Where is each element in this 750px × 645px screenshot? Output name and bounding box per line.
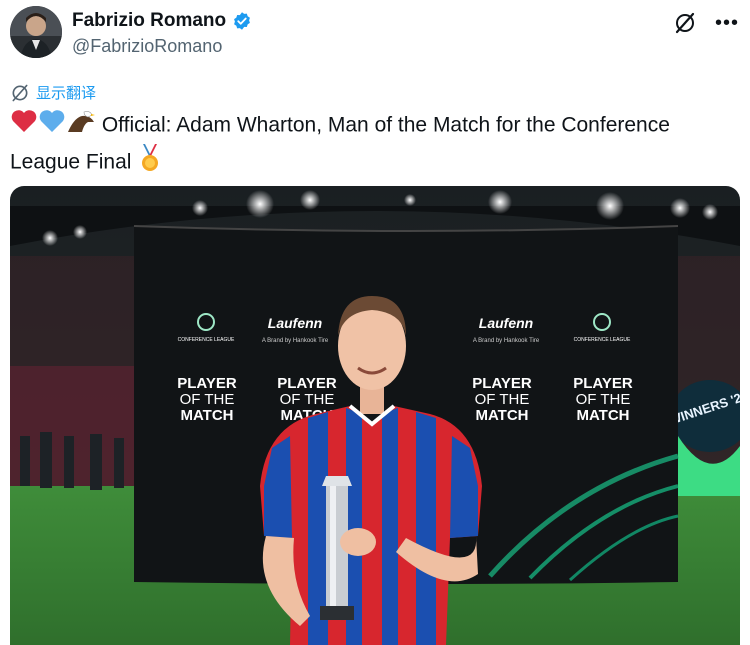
translate-label[interactable]: 显示翻译 [36,82,96,103]
grok-icon[interactable] [672,10,698,36]
header-actions: ••• [672,10,740,36]
svg-text:MATCH: MATCH [475,407,528,424]
svg-text:CONFERENCE LEAGUE: CONFERENCE LEAGUE [178,337,235,343]
translate-link[interactable]: 显示翻译 [10,82,96,103]
svg-text:OF THE: OF THE [475,391,530,408]
svg-text:OF THE: OF THE [180,391,235,408]
author-handle[interactable]: @FabrizioRomano [72,36,222,57]
svg-text:OF THE: OF THE [576,391,631,408]
translate-icon [12,84,28,101]
avatar[interactable] [10,6,62,58]
eagle-icon [66,108,96,144]
svg-text:CONFERENCE LEAGUE: CONFERENCE LEAGUE [574,337,631,343]
svg-text:OF THE: OF THE [280,391,335,408]
svg-text:MATCH: MATCH [576,407,629,424]
photo-player-of-the-match: WINNERS '26 CONFERENCE LEAGUE Laufenn A … [10,186,740,645]
svg-text:PLAYER: PLAYER [573,375,633,392]
svg-text:PLAYER: PLAYER [472,375,532,392]
sponsor-sub-1: A Brand by Hankook Tire [262,338,329,344]
svg-text:PLAYER: PLAYER [177,375,237,392]
tweet-text-line1: Official: Adam Wharton, Man of the Match… [101,113,670,137]
red-heart-icon [10,108,38,144]
sponsor-sub-2: A Brand by Hankook Tire [473,338,540,344]
svg-text:PLAYER: PLAYER [277,375,337,392]
tweet-text: Official: Adam Wharton, Man of the Match… [10,108,738,182]
sponsor-logo-1: Laufenn [268,315,322,331]
tweet-text-line2: League Final [10,150,132,174]
blue-heart-icon [38,108,66,144]
tweet-media-image[interactable]: WINNERS '26 CONFERENCE LEAGUE Laufenn A … [10,186,740,645]
medal-icon [137,144,163,182]
author-name-text[interactable]: Fabrizio Romano [72,10,226,32]
tweet-header: Fabrizio Romano @FabrizioRomano ••• [10,6,740,62]
more-icon[interactable]: ••• [714,10,740,36]
sponsor-logo-2: Laufenn [479,315,533,331]
svg-text:MATCH: MATCH [180,407,233,424]
verified-badge-icon [234,12,251,30]
author-name[interactable]: Fabrizio Romano [72,10,252,32]
